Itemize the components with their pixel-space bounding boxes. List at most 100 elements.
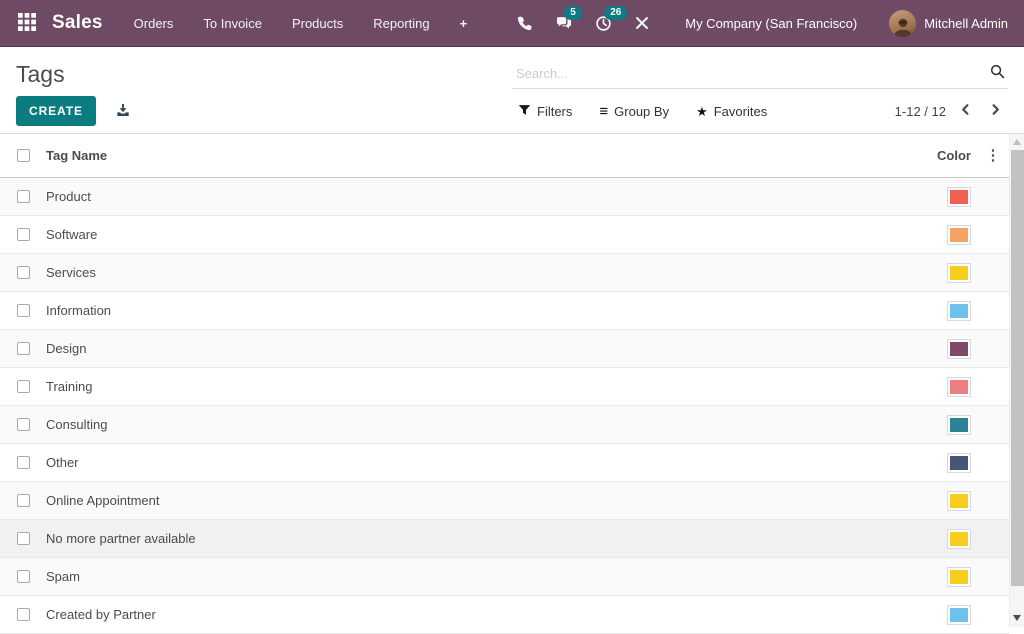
search-input[interactable] bbox=[514, 64, 989, 82]
table-row[interactable]: Training bbox=[0, 368, 1009, 406]
row-checkbox[interactable] bbox=[17, 190, 30, 203]
color-swatch[interactable] bbox=[947, 186, 971, 207]
row-checkbox[interactable] bbox=[17, 418, 30, 431]
search-bar bbox=[512, 63, 1008, 89]
apps-menu-button[interactable] bbox=[10, 8, 44, 39]
tag-name: Design bbox=[46, 341, 87, 356]
vertical-scrollbar[interactable] bbox=[1009, 134, 1024, 627]
row-checkbox[interactable] bbox=[17, 608, 30, 621]
row-checkbox[interactable] bbox=[17, 532, 30, 545]
color-swatch-fill bbox=[950, 227, 968, 242]
export-download-icon bbox=[115, 102, 131, 121]
row-checkbox[interactable] bbox=[17, 304, 30, 317]
color-swatch[interactable] bbox=[947, 490, 971, 511]
scrollbar-thumb[interactable] bbox=[1011, 150, 1024, 586]
menu-products[interactable]: Products bbox=[277, 16, 358, 31]
menu-orders[interactable]: Orders bbox=[119, 16, 189, 31]
optional-columns-button[interactable]: ⋮ bbox=[980, 146, 1007, 165]
row-checkbox[interactable] bbox=[17, 266, 30, 279]
pager-next-button[interactable] bbox=[985, 101, 1006, 121]
color-swatch[interactable] bbox=[947, 452, 971, 473]
pager-previous-button[interactable] bbox=[955, 101, 976, 121]
messages-button[interactable]: 5 bbox=[544, 5, 584, 38]
pager-range: 1-12 / 12 bbox=[894, 103, 946, 119]
app-name[interactable]: Sales bbox=[52, 12, 103, 34]
group-by-icon: ≡ bbox=[599, 102, 609, 120]
color-swatch-fill bbox=[950, 455, 968, 470]
row-checkbox[interactable] bbox=[17, 228, 30, 241]
search-options: Filters ≡ Group By ★ Favorites bbox=[518, 104, 767, 119]
favorites-button[interactable]: ★ Favorites bbox=[696, 104, 767, 119]
table-row[interactable]: Consulting bbox=[0, 406, 1009, 444]
apps-grid-icon bbox=[18, 12, 36, 34]
favorites-label: Favorites bbox=[713, 103, 768, 119]
tag-name: Services bbox=[46, 265, 96, 280]
row-checkbox[interactable] bbox=[17, 494, 30, 507]
developer-tools-button[interactable] bbox=[623, 9, 661, 37]
table-row[interactable]: Spam bbox=[0, 558, 1009, 596]
export-button[interactable] bbox=[111, 98, 135, 125]
table-header: Tag Name Color ⋮ bbox=[0, 134, 1009, 178]
group-by-button[interactable]: ≡ Group By bbox=[599, 104, 669, 119]
scroll-down-button[interactable] bbox=[1010, 615, 1024, 621]
column-header-tag-name[interactable]: Tag Name bbox=[46, 148, 913, 163]
table-row[interactable]: No more partner available bbox=[0, 520, 1009, 558]
favorites-star-icon: ★ bbox=[696, 103, 708, 119]
row-checkbox[interactable] bbox=[17, 380, 30, 393]
row-checkbox[interactable] bbox=[17, 342, 30, 355]
tag-name: No more partner available bbox=[46, 531, 196, 546]
control-panel: Tags CREATE bbox=[0, 47, 1024, 134]
row-checkbox[interactable] bbox=[17, 456, 30, 469]
color-swatch[interactable] bbox=[947, 566, 971, 587]
color-swatch-fill bbox=[950, 303, 968, 318]
table-row[interactable]: Created by Partner bbox=[0, 596, 1009, 634]
tag-name: Consulting bbox=[46, 417, 108, 432]
color-swatch-fill bbox=[950, 379, 968, 394]
select-all-checkbox[interactable] bbox=[17, 149, 30, 162]
tag-name: Software bbox=[46, 227, 98, 242]
table-row[interactable]: Other bbox=[0, 444, 1009, 482]
search-icon bbox=[989, 63, 1006, 83]
create-button[interactable]: CREATE bbox=[16, 96, 96, 126]
color-swatch[interactable] bbox=[947, 262, 971, 283]
menu-reporting[interactable]: Reporting bbox=[358, 16, 444, 31]
filters-button[interactable]: Filters bbox=[518, 104, 572, 119]
color-swatch[interactable] bbox=[947, 338, 971, 359]
voip-phone-button[interactable] bbox=[505, 9, 544, 38]
color-swatch[interactable] bbox=[947, 604, 971, 625]
color-swatch[interactable] bbox=[947, 376, 971, 397]
activities-button[interactable]: 26 bbox=[584, 5, 628, 38]
user-avatar bbox=[889, 9, 917, 37]
color-swatch-fill bbox=[950, 493, 968, 508]
table-row[interactable]: Services bbox=[0, 254, 1009, 292]
menu-to-invoice[interactable]: To Invoice bbox=[188, 16, 277, 31]
user-menu[interactable]: Mitchell Admin bbox=[889, 9, 1014, 37]
chevron-right-icon bbox=[989, 103, 1002, 119]
scroll-up-arrow-icon bbox=[1013, 138, 1021, 145]
table-row[interactable]: Product bbox=[0, 178, 1009, 216]
search-button[interactable] bbox=[989, 63, 1006, 83]
color-swatch[interactable] bbox=[947, 224, 971, 245]
filters-label: Filters bbox=[537, 103, 573, 119]
table-row[interactable]: Information bbox=[0, 292, 1009, 330]
main-menus: Orders To Invoice Products Reporting + bbox=[119, 16, 483, 31]
user-name: Mitchell Admin bbox=[924, 15, 1008, 31]
color-swatch[interactable] bbox=[947, 300, 971, 321]
page-title: Tags bbox=[16, 61, 65, 87]
tag-name: Created by Partner bbox=[46, 607, 156, 622]
color-swatch[interactable] bbox=[947, 414, 971, 435]
column-header-color[interactable]: Color bbox=[913, 148, 977, 163]
scroll-up-button[interactable] bbox=[1010, 134, 1024, 149]
table-row[interactable]: Software bbox=[0, 216, 1009, 254]
plus-menu-button[interactable]: + bbox=[445, 16, 483, 31]
table-row[interactable]: Design bbox=[0, 330, 1009, 368]
color-swatch[interactable] bbox=[947, 528, 971, 549]
color-swatch-fill bbox=[950, 265, 968, 280]
table-row[interactable]: Online Appointment bbox=[0, 482, 1009, 520]
color-swatch-fill bbox=[950, 607, 968, 622]
color-swatch-fill bbox=[950, 417, 968, 432]
tag-name: Online Appointment bbox=[46, 493, 160, 508]
tag-name: Training bbox=[46, 379, 93, 394]
row-checkbox[interactable] bbox=[17, 570, 30, 583]
company-switcher[interactable]: My Company (San Francisco) bbox=[679, 15, 863, 32]
